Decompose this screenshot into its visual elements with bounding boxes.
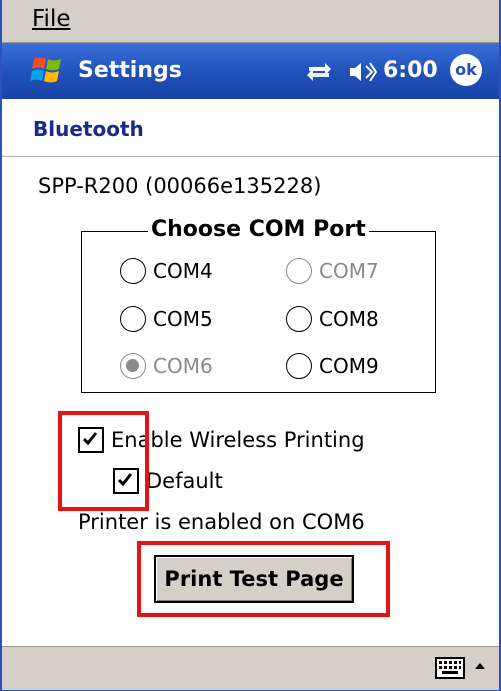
menu-bar: File [2, 0, 499, 43]
radio-com9[interactable]: COM9 [286, 353, 379, 379]
enable-wireless-printing-checkbox[interactable]: Enable Wireless Printing [78, 427, 365, 453]
radio-circle [120, 306, 146, 332]
page-header: Bluetooth [2, 100, 499, 157]
file-menu[interactable]: File [32, 6, 71, 32]
radio-com4[interactable]: COM4 [120, 258, 213, 284]
radio-com7[interactable]: COM7 [286, 258, 379, 284]
radio-circle [286, 258, 312, 284]
checkbox-box [113, 468, 139, 494]
bottom-bar [2, 646, 499, 690]
com-port-legend: Choose COM Port [148, 217, 369, 242]
checkbox-box [78, 427, 104, 453]
radio-circle [286, 306, 312, 332]
radio-circle [286, 353, 312, 379]
status-text: Printer is enabled on COM6 [78, 510, 365, 534]
connectivity-icon[interactable] [305, 59, 333, 85]
ok-button[interactable]: ok [450, 54, 482, 86]
app-window: File Settings 6:00 ok Bluetooth SPP-R200… [0, 0, 501, 691]
sip-arrow-up-icon[interactable] [472, 655, 488, 679]
radio-selected-dot [126, 359, 139, 372]
radio-com8[interactable]: COM8 [286, 306, 379, 332]
title-bar: Settings 6:00 ok [2, 43, 499, 99]
checkmark-icon [117, 473, 133, 487]
radio-com5[interactable]: COM5 [120, 306, 213, 332]
highlight-annotation [58, 411, 149, 511]
volume-icon[interactable] [346, 59, 378, 85]
print-test-page-button[interactable]: Print Test Page [154, 555, 354, 603]
radio-circle [120, 353, 146, 379]
window-title: Settings [78, 58, 182, 83]
keyboard-icon[interactable] [435, 657, 465, 679]
radio-com6[interactable]: COM6 [120, 353, 213, 379]
radio-circle [120, 258, 146, 284]
clock[interactable]: 6:00 [383, 58, 438, 83]
checkmark-icon [82, 432, 98, 446]
page-title: Bluetooth [33, 117, 144, 141]
default-checkbox[interactable]: Default [113, 468, 223, 494]
device-name: SPP-R200 (00066e135228) [38, 174, 322, 198]
windows-start-icon[interactable] [28, 53, 68, 89]
